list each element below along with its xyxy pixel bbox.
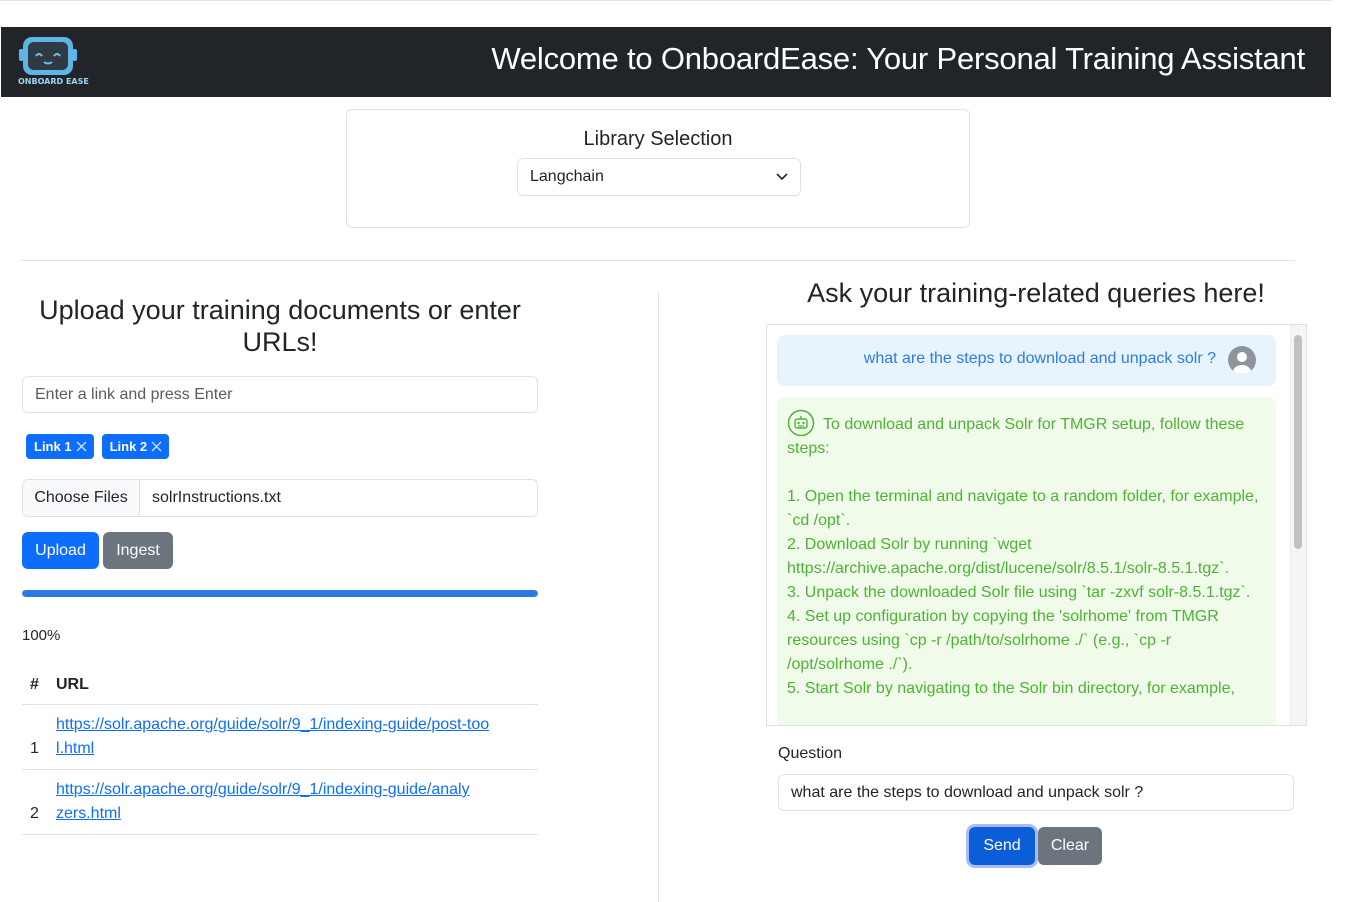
clear-button[interactable]: Clear	[1038, 827, 1102, 865]
robot-icon	[787, 409, 815, 437]
link-chips: Link 1 Link 2	[26, 434, 170, 459]
top-divider	[0, 0, 1332, 1]
link-chip[interactable]: Link 1	[26, 434, 94, 459]
ingest-button[interactable]: Ingest	[103, 532, 173, 569]
upload-progress-text: 100%	[22, 627, 61, 644]
upload-heading: Upload your training documents or enter …	[39, 295, 521, 357]
upload-progress-fill	[22, 590, 538, 597]
row-number: 1	[22, 704, 56, 770]
user-message-text: what are the steps to download and unpac…	[863, 350, 1216, 367]
row-number: 2	[22, 769, 56, 835]
link-input[interactable]: Enter a link and press Enter	[22, 376, 538, 413]
link-chip[interactable]: Link 2	[101, 434, 170, 459]
library-select-value: Langchain	[530, 168, 604, 185]
logo-text: ONBOARD EASE	[18, 77, 89, 86]
chevron-down-icon	[776, 173, 788, 181]
question-input[interactable]: what are the steps to download and unpac…	[778, 774, 1294, 811]
library-selection-card: Library Selection Langchain	[346, 109, 970, 228]
link-chip-label: Link 1	[34, 439, 72, 454]
column-divider	[658, 292, 659, 902]
selected-file-name: solrInstructions.txt	[152, 489, 281, 506]
link-input-placeholder: Enter a link and press Enter	[35, 386, 233, 403]
close-icon[interactable]	[150, 440, 163, 453]
bot-line: 1. Open the terminal and navigate to a r…	[787, 488, 1259, 529]
page-title: Welcome to OnboardEase: Your Personal Tr…	[491, 41, 1305, 76]
url-link[interactable]: https://solr.apache.org/guide/solr/9_1/i…	[56, 713, 496, 761]
library-select[interactable]: Langchain	[517, 158, 801, 196]
url-table: # URL 1 https://solr.apache.org/guide/so…	[22, 668, 538, 835]
send-button[interactable]: Send	[969, 827, 1035, 865]
table-row: 1 https://solr.apache.org/guide/solr/9_1…	[22, 704, 538, 770]
section-divider	[21, 260, 1295, 261]
robot-logo-icon: ONBOARD EASE	[15, 33, 89, 91]
close-icon[interactable]	[75, 440, 88, 453]
bot-line: 3. Unpack the downloaded Solr file using…	[787, 584, 1251, 601]
link-chip-label: Link 2	[109, 439, 148, 454]
question-label: Question	[778, 745, 843, 762]
library-selection-title: Library Selection	[583, 128, 733, 150]
table-header-url: URL	[56, 668, 538, 705]
upload-progress-bar	[22, 590, 538, 597]
table-row: 2 https://solr.apache.org/guide/solr/9_1…	[22, 769, 538, 835]
chat-scrollbar[interactable]	[1290, 325, 1306, 725]
bot-line: 2. Download Solr by running `wget https:…	[787, 536, 1230, 577]
file-input[interactable]: Choose Files solrInstructions.txt	[22, 479, 538, 517]
user-message: what are the steps to download and unpac…	[777, 335, 1276, 386]
bot-line: To download and unpack Solr for TMGR set…	[787, 409, 1266, 461]
bot-line	[787, 461, 1266, 485]
bot-line-text: To download and unpack Solr for TMGR set…	[787, 416, 1245, 457]
bot-line: 5. Start Solr by navigating to the Solr …	[787, 680, 1235, 697]
choose-files-button[interactable]: Choose Files	[23, 480, 140, 516]
url-link[interactable]: https://solr.apache.org/guide/solr/9_1/i…	[56, 778, 476, 826]
user-avatar-icon	[1228, 346, 1256, 374]
bot-message: To download and unpack Solr for TMGR set…	[777, 397, 1276, 725]
chat-scrollbar-thumb[interactable]	[1294, 335, 1302, 549]
chat-history[interactable]: what are the steps to download and unpac…	[766, 324, 1307, 726]
upload-button[interactable]: Upload	[22, 532, 99, 569]
app-header: ONBOARD EASE Welcome to OnboardEase: You…	[1, 27, 1331, 97]
bot-line: 4. Set up configuration by copying the '…	[787, 608, 1219, 673]
chat-heading: Ask your training-related queries here!	[807, 278, 1265, 308]
table-header-number: #	[22, 668, 56, 705]
